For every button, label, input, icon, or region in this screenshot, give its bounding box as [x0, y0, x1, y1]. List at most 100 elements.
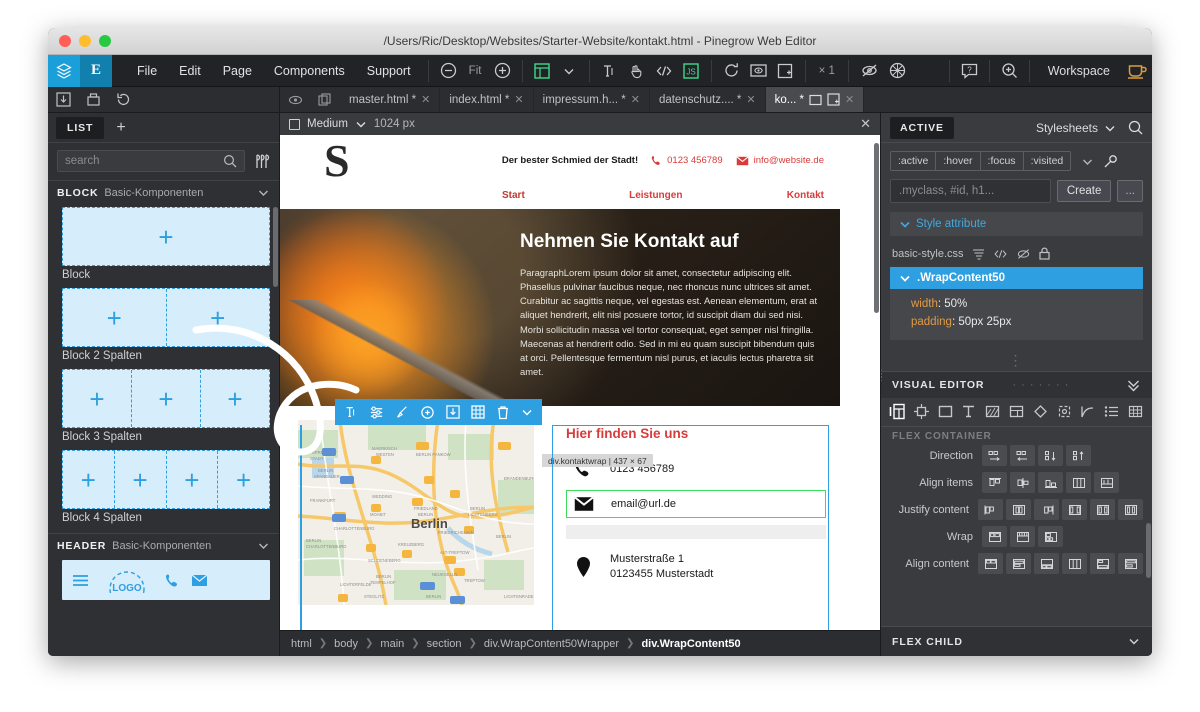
layout-panel-icon[interactable]	[889, 403, 906, 420]
open-in-window-icon[interactable]	[772, 55, 799, 87]
align-items-stretch-icon[interactable]	[1066, 472, 1091, 493]
box-icon[interactable]	[937, 403, 954, 420]
component-block-4-spalten[interactable]: + + + + Block 4 Spalten	[48, 446, 279, 527]
chevron-down-icon[interactable]	[257, 539, 270, 552]
tab-list[interactable]: LIST	[56, 116, 105, 139]
nav-kontakt[interactable]: Kontakt	[787, 190, 824, 201]
more-options-button[interactable]: ...	[1117, 180, 1143, 202]
component-block-2-spalten[interactable]: + + Block 2 Spalten	[48, 284, 279, 365]
workspace-button[interactable]: Workspace	[1036, 64, 1122, 78]
grid-layout-icon[interactable]	[471, 405, 485, 419]
close-icon[interactable]: ✕	[514, 93, 523, 106]
site-phone[interactable]: 0123 456789	[651, 155, 723, 166]
breadcrumb-main[interactable]: main	[380, 638, 404, 650]
contact-row-email[interactable]: email@url.de	[566, 490, 826, 519]
scale-multiplier-label[interactable]: × 1	[812, 55, 842, 87]
flex-child-section-header[interactable]: FLEX CHILD	[881, 626, 1152, 656]
javascript-icon[interactable]: JS	[678, 55, 705, 87]
section-header-block[interactable]: BLOCK Basic-Komponenten	[48, 180, 279, 203]
site-email[interactable]: info@website.de	[736, 155, 824, 166]
section-header-header[interactable]: HEADER Basic-Komponenten	[48, 533, 279, 556]
menu-page[interactable]: Page	[212, 60, 263, 82]
element-settings-icon[interactable]	[369, 405, 384, 420]
spacing-icon[interactable]	[913, 403, 930, 420]
align-content-space-around-icon[interactable]	[1118, 553, 1143, 574]
chevron-down-icon[interactable]	[355, 118, 367, 130]
wrap-wrap-icon[interactable]	[1010, 526, 1035, 547]
menu-support[interactable]: Support	[356, 60, 422, 82]
panel-drag-handle[interactable]: ⋮ ⋮	[877, 369, 886, 382]
page-preview[interactable]: S Der bester Schmied der Stadt! 0123 456…	[280, 135, 880, 630]
pseudo-hover[interactable]: :hover	[936, 151, 981, 171]
coffee-cup-icon[interactable]	[1122, 55, 1152, 87]
justify-space-between-icon[interactable]	[1062, 499, 1087, 520]
components-settings-icon[interactable]	[253, 153, 270, 170]
breadcrumb-body[interactable]: body	[334, 638, 358, 650]
component-header-logo[interactable]: LOGO	[48, 556, 279, 603]
style-panel-scrollbar[interactable]	[1146, 523, 1151, 578]
nav-leistungen[interactable]: Leistungen	[629, 190, 682, 201]
chevron-double-down-icon[interactable]	[1126, 378, 1141, 392]
tab-kontakt-html[interactable]: ko... * ✕	[765, 87, 865, 112]
selector-input[interactable]	[899, 185, 1042, 197]
tabs-visibility-icon[interactable]	[280, 87, 310, 113]
align-items-baseline-icon[interactable]	[1094, 472, 1119, 493]
chevron-down-icon[interactable]	[1104, 122, 1116, 134]
duplicate-view-icon[interactable]	[310, 87, 340, 113]
align-content-end-icon[interactable]	[1034, 553, 1059, 574]
justify-space-ev]enly-icon[interactable]	[1118, 499, 1143, 520]
text-edit-icon[interactable]	[596, 55, 623, 87]
canvas-scrollbar[interactable]	[874, 143, 879, 313]
chevron-down-icon[interactable]	[1127, 635, 1141, 648]
list-view-icon[interactable]	[972, 248, 985, 260]
wrap-wrap-reverse-icon[interactable]	[1038, 526, 1063, 547]
pinegrow-logo-icon[interactable]	[48, 54, 80, 87]
chevron-down-icon[interactable]	[1081, 155, 1094, 168]
component-block[interactable]: + Block	[48, 203, 279, 284]
zoom-out-icon[interactable]	[435, 55, 462, 87]
page-layout-icon[interactable]	[529, 55, 556, 87]
import-icon[interactable]	[48, 87, 78, 113]
list-style-icon[interactable]	[1103, 403, 1120, 420]
selector-input-wrapper[interactable]	[890, 179, 1051, 203]
typography-icon[interactable]	[960, 403, 977, 420]
lock-icon[interactable]	[1038, 247, 1050, 260]
chevron-down-icon[interactable]	[899, 218, 911, 230]
add-class-icon[interactable]	[420, 405, 435, 420]
justify-center-icon[interactable]	[1006, 499, 1031, 520]
css-rule-header[interactable]: .WrapContent50	[890, 267, 1143, 289]
contact-row-address[interactable]: Musterstraße 1 0123455 Musterstadt	[566, 547, 826, 587]
search-icon[interactable]	[223, 154, 237, 168]
hand-select-icon[interactable]	[623, 55, 650, 87]
align-content-start-icon[interactable]	[978, 553, 1003, 574]
chevron-down-icon[interactable]	[899, 272, 911, 284]
duplicate-element-icon[interactable]	[446, 405, 460, 419]
justify-space-around-icon[interactable]	[1090, 499, 1115, 520]
flex-direction-row-icon[interactable]	[982, 445, 1007, 466]
zoom-in-icon[interactable]	[489, 55, 516, 87]
chevron-down-icon[interactable]	[521, 406, 533, 418]
align-content-space-between-icon[interactable]	[1090, 553, 1115, 574]
justify-end-icon[interactable]	[1034, 499, 1059, 520]
chevron-down-icon[interactable]	[257, 186, 270, 199]
table-icon[interactable]	[1127, 403, 1144, 420]
style-brush-icon[interactable]	[395, 405, 409, 419]
close-icon[interactable]: ✕	[746, 93, 755, 106]
transition-icon[interactable]	[1079, 403, 1096, 420]
stylesheets-dropdown[interactable]: Stylesheets	[1036, 121, 1116, 135]
element-floating-toolbar[interactable]	[335, 399, 542, 425]
pseudo-visited[interactable]: :visited	[1023, 151, 1072, 171]
edit-text-icon[interactable]	[344, 405, 358, 419]
css-declaration-padding[interactable]: padding: 50px 25px	[899, 313, 1134, 331]
menu-components[interactable]: Components	[263, 60, 356, 82]
transform-icon[interactable]	[1056, 403, 1073, 420]
align-items-start-icon[interactable]	[982, 472, 1007, 493]
map-embed[interactable]: Berlin MAERKISCH WESTEN BERLIN PANKOW SPR…	[298, 420, 534, 606]
background-icon[interactable]	[984, 403, 1001, 420]
tab-active[interactable]: ACTIVE	[890, 116, 954, 139]
flex-direction-column-icon[interactable]	[1038, 445, 1063, 466]
close-icon[interactable]: ✕	[421, 93, 430, 106]
breadcrumb-current[interactable]: div.WrapContent50	[641, 638, 740, 650]
project-badge-icon[interactable]: E	[80, 54, 112, 87]
wrap-nowrap-icon[interactable]	[982, 526, 1007, 547]
